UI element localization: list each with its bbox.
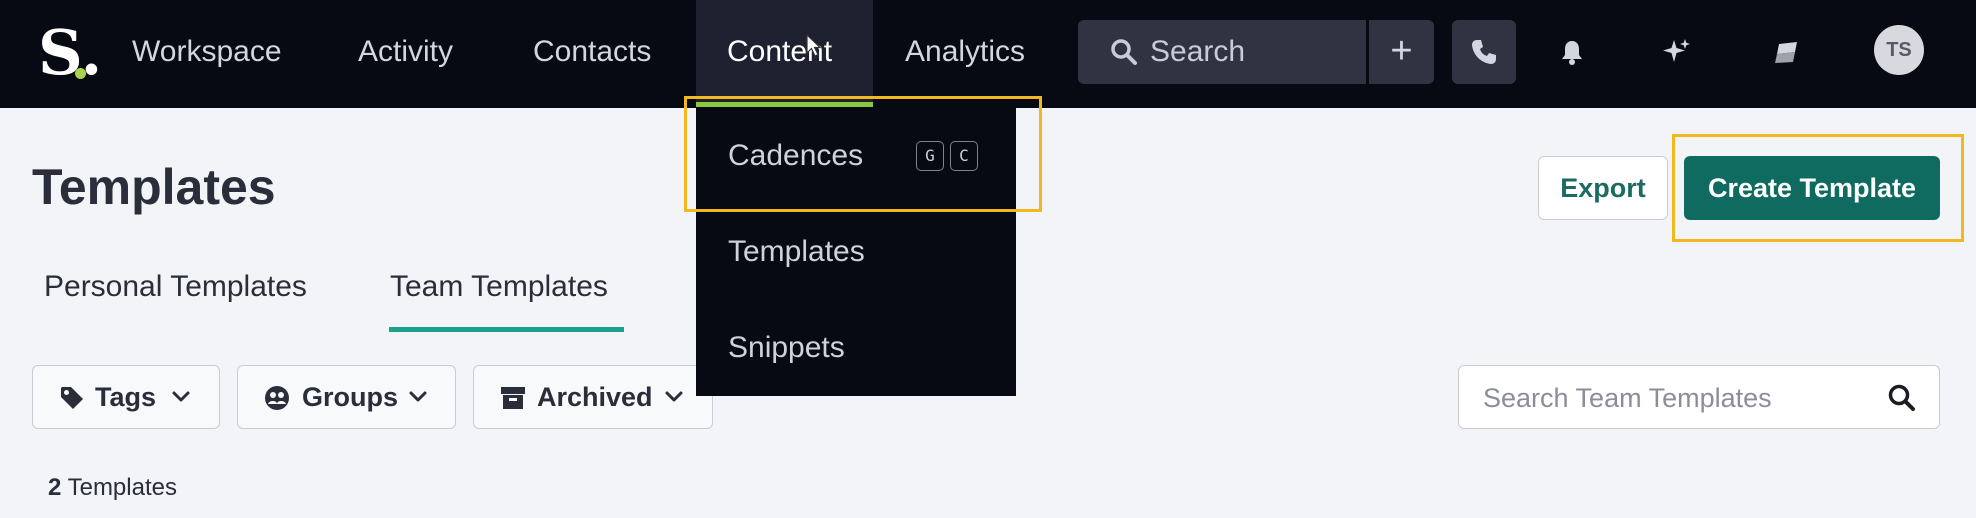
create-template-button[interactable]: Create Template — [1684, 156, 1940, 220]
menu-item-templates[interactable]: Templates — [696, 204, 1016, 300]
archived-filter[interactable]: Archived — [473, 365, 713, 429]
menu-item-snippets[interactable]: Snippets — [696, 300, 1016, 396]
template-count: 2 Templates — [48, 474, 177, 502]
tag-icon — [61, 387, 83, 409]
export-button[interactable]: Export — [1538, 156, 1668, 220]
menu-item-cadences[interactable]: Cadences G C — [696, 108, 1016, 204]
apps-button[interactable] — [1755, 20, 1819, 84]
template-count-number: 2 — [48, 474, 62, 501]
search-icon — [1111, 39, 1137, 65]
shortcut-key-c: C — [950, 141, 978, 171]
menu-item-cadences-label: Cadences — [728, 139, 864, 172]
global-search-label: Search — [1150, 35, 1246, 68]
content-dropdown-menu: Cadences G C Templates Snippets — [696, 108, 1016, 396]
tab-active-indicator — [389, 327, 624, 332]
user-avatar[interactable]: TS — [1874, 25, 1924, 75]
app-icon — [1775, 42, 1797, 63]
ai-assistant-button[interactable] — [1645, 20, 1709, 84]
groups-filter[interactable]: Groups — [237, 365, 456, 429]
nav-item-contacts[interactable]: Contacts — [533, 0, 651, 104]
logo[interactable]: S. — [38, 20, 102, 86]
tags-filter-label: Tags — [95, 382, 157, 412]
top-navigation-bar: S. Workspace Activity Contacts Content A… — [0, 0, 1976, 108]
quick-add-button[interactable]: + — [1369, 20, 1434, 84]
global-search-button[interactable]: Search — [1078, 20, 1366, 84]
groups-filter-label: Groups — [302, 382, 399, 412]
bell-icon — [1562, 41, 1582, 65]
group-icon — [265, 386, 289, 410]
team-templates-search-input[interactable] — [1483, 378, 1863, 418]
nav-item-content[interactable]: Content — [696, 0, 873, 104]
team-templates-search — [1458, 365, 1940, 429]
phone-icon — [1472, 40, 1496, 64]
chevron-down-icon — [409, 391, 427, 402]
archive-icon — [501, 387, 525, 409]
sparkle-icon — [1663, 39, 1690, 62]
chevron-down-icon — [665, 391, 683, 402]
nav-active-indicator — [696, 102, 873, 107]
tags-filter[interactable]: Tags — [32, 365, 220, 429]
page-title: Templates — [32, 159, 276, 215]
phone-button[interactable] — [1452, 20, 1516, 84]
chevron-down-icon — [172, 391, 190, 402]
logo-dot — [75, 68, 86, 79]
shortcut-key-g: G — [916, 141, 944, 171]
nav-item-workspace[interactable]: Workspace — [132, 0, 282, 104]
template-count-label: Templates — [67, 474, 177, 501]
logo-letter: S. — [38, 16, 103, 89]
nav-item-analytics[interactable]: Analytics — [905, 0, 1025, 104]
notifications-button[interactable] — [1540, 20, 1604, 84]
tab-personal-templates[interactable]: Personal Templates — [44, 270, 307, 304]
nav-item-activity[interactable]: Activity — [358, 0, 453, 104]
archived-filter-label: Archived — [537, 382, 653, 412]
search-icon[interactable] — [1887, 383, 1917, 413]
mouse-cursor-icon — [806, 34, 822, 57]
tab-team-templates[interactable]: Team Templates — [390, 270, 608, 304]
